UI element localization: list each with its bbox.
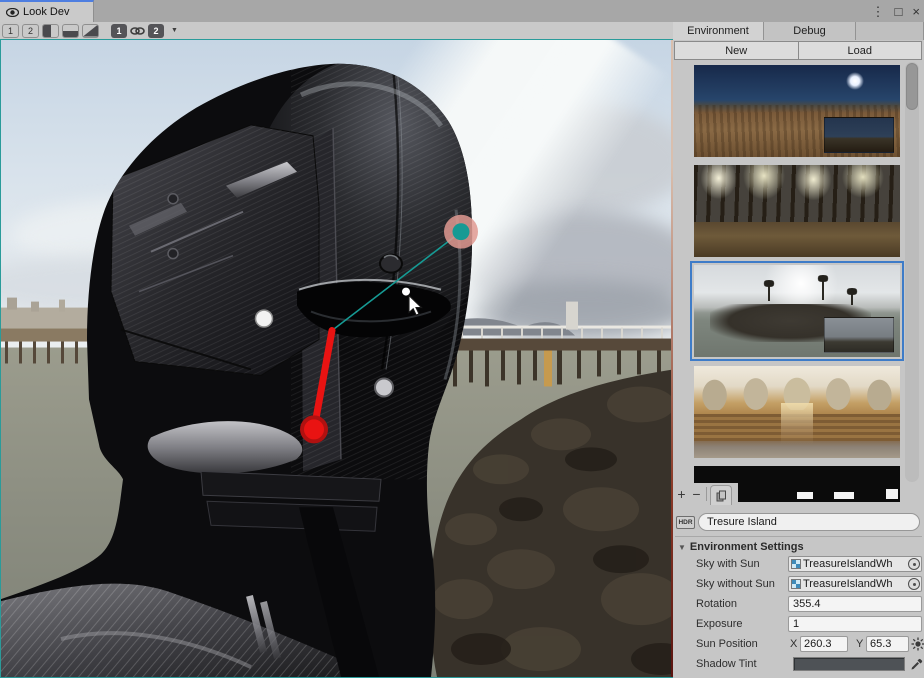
panel-tabstrip: Environment Debug bbox=[673, 22, 924, 40]
tabstrip-spacer bbox=[856, 22, 924, 40]
sun-position-label: Sun Position bbox=[696, 638, 758, 650]
shadow-tint-color-swatch[interactable] bbox=[793, 657, 905, 671]
sky-with-sun-value: TreasureIslandWh bbox=[803, 558, 908, 570]
hdr-badge-icon: HDR bbox=[676, 516, 695, 529]
lookdev-toolbar: 1 2 1 2 ▼ bbox=[0, 22, 673, 39]
shadow-tint-label: Shadow Tint bbox=[696, 658, 757, 670]
title-bar: Look Dev ⋮ □ × bbox=[0, 0, 924, 22]
sky-without-sun-value: TreasureIslandWh bbox=[803, 578, 908, 590]
gizmo-sun-handle[interactable] bbox=[453, 223, 470, 240]
window-close-button[interactable]: × bbox=[912, 5, 920, 18]
tab-environment-label: Environment bbox=[687, 25, 749, 37]
side-by-side-view-button[interactable] bbox=[42, 24, 59, 38]
object-picker-icon[interactable] bbox=[908, 558, 920, 570]
view-mode-2-label: 2 bbox=[28, 26, 33, 36]
viewport-3d-render[interactable] bbox=[0, 39, 673, 678]
sun-glow bbox=[846, 72, 864, 90]
window-title: Look Dev bbox=[23, 6, 69, 18]
view-mode-1-button[interactable]: 1 bbox=[2, 24, 19, 38]
eyedropper-icon[interactable] bbox=[910, 658, 923, 671]
duplicate-icon bbox=[716, 490, 727, 502]
split-view-button[interactable] bbox=[62, 24, 79, 38]
sky-without-sun-row: Sky without Sun TreasureIslandWh bbox=[673, 574, 924, 594]
toolbar-dropdown-caret[interactable]: ▼ bbox=[171, 27, 178, 34]
sun-x-axis-label: X bbox=[790, 638, 797, 650]
shadow-tint-row: Shadow Tint bbox=[673, 654, 924, 674]
exposure-row: Exposure bbox=[673, 614, 924, 634]
exposure-field[interactable] bbox=[788, 616, 922, 632]
remove-hdri-button[interactable]: − bbox=[689, 485, 704, 502]
split-vertical-icon bbox=[43, 25, 51, 37]
sky-with-sun-row: Sky with Sun TreasureIslandWh bbox=[673, 554, 924, 574]
sky-with-sun-object-field[interactable]: TreasureIslandWh bbox=[788, 556, 922, 572]
lookdev-window: Look Dev ⋮ □ × 1 2 1 2 ▼ bbox=[0, 0, 924, 678]
sun-y-field[interactable] bbox=[866, 636, 909, 652]
view-mode-1-label: 1 bbox=[8, 26, 13, 36]
hdr-name-row: HDR bbox=[673, 511, 924, 533]
rotation-row: Rotation bbox=[673, 594, 924, 614]
tab-environment[interactable]: Environment bbox=[673, 22, 764, 40]
duplicate-hdri-button[interactable] bbox=[710, 485, 732, 505]
load-button-label: Load bbox=[848, 45, 872, 57]
environment-panel: Environment Debug New Load bbox=[673, 22, 924, 678]
hdri-thumbnail-church-interior[interactable] bbox=[694, 366, 900, 458]
sky-with-sun-label: Sky with Sun bbox=[696, 558, 760, 570]
sun-x-field[interactable] bbox=[800, 636, 848, 652]
camera-2-label: 2 bbox=[153, 26, 158, 36]
hdri-thumbnail-forest[interactable] bbox=[694, 165, 900, 257]
sun-gizmo-toggle-icon[interactable] bbox=[911, 637, 924, 651]
rotation-label: Rotation bbox=[696, 598, 737, 610]
scrollbar-thumb[interactable] bbox=[906, 63, 918, 110]
sky-without-sun-object-field[interactable]: TreasureIslandWh bbox=[788, 576, 922, 592]
gizmo-red-handle[interactable] bbox=[302, 417, 326, 441]
object-picker-icon[interactable] bbox=[908, 578, 920, 590]
window-tab-lookdev[interactable]: Look Dev bbox=[0, 0, 94, 22]
hdri-thumbnail-treasure-island[interactable] bbox=[694, 265, 900, 357]
exposure-label: Exposure bbox=[696, 618, 742, 630]
link-cameras-icon[interactable] bbox=[130, 26, 145, 36]
lookdev-eye-icon bbox=[6, 8, 19, 17]
rotation-field[interactable] bbox=[788, 596, 922, 612]
foldout-triangle-icon: ▼ bbox=[678, 543, 686, 552]
camera-1-label: 1 bbox=[116, 26, 121, 36]
environment-settings-header[interactable]: ▼ Environment Settings bbox=[678, 539, 918, 555]
scene-render bbox=[1, 40, 673, 677]
hdri-thumbnail-sunny-field[interactable] bbox=[694, 65, 900, 157]
new-button-label: New bbox=[725, 45, 747, 57]
viewport-right-edge bbox=[671, 40, 673, 677]
camera-2-button[interactable]: 2 bbox=[148, 24, 164, 38]
split-diagonal-icon bbox=[83, 25, 98, 37]
window-maximize-button[interactable]: □ bbox=[895, 5, 903, 18]
thumbnail-inset-preview bbox=[824, 117, 894, 154]
cubemap-texture-icon bbox=[791, 559, 801, 569]
gizmo-mid-point bbox=[402, 288, 410, 296]
view-mode-2-button[interactable]: 2 bbox=[22, 24, 39, 38]
add-hdri-button[interactable]: + bbox=[674, 485, 689, 502]
sun-position-row: Sun Position X Y bbox=[673, 634, 924, 654]
thumbnail-scrollbar[interactable] bbox=[905, 62, 919, 482]
sky-without-sun-label: Sky without Sun bbox=[696, 578, 775, 590]
sun-y-axis-label: Y bbox=[856, 638, 863, 650]
hdri-list-actions: + − bbox=[674, 483, 738, 507]
tab-debug-label: Debug bbox=[793, 25, 825, 37]
thumbnail-inset-preview bbox=[824, 317, 894, 354]
window-menu-button[interactable]: ⋮ bbox=[872, 5, 885, 18]
tab-debug[interactable]: Debug bbox=[764, 22, 856, 40]
environment-settings-title: Environment Settings bbox=[690, 541, 804, 553]
camera-1-button[interactable]: 1 bbox=[111, 24, 127, 38]
load-button[interactable]: Load bbox=[799, 41, 923, 60]
zone-view-button[interactable] bbox=[82, 24, 99, 38]
divider bbox=[675, 536, 922, 537]
cubemap-texture-icon bbox=[791, 579, 801, 589]
split-horizontal-icon bbox=[63, 31, 78, 37]
new-button[interactable]: New bbox=[674, 41, 799, 60]
hdri-name-field[interactable] bbox=[698, 513, 920, 531]
